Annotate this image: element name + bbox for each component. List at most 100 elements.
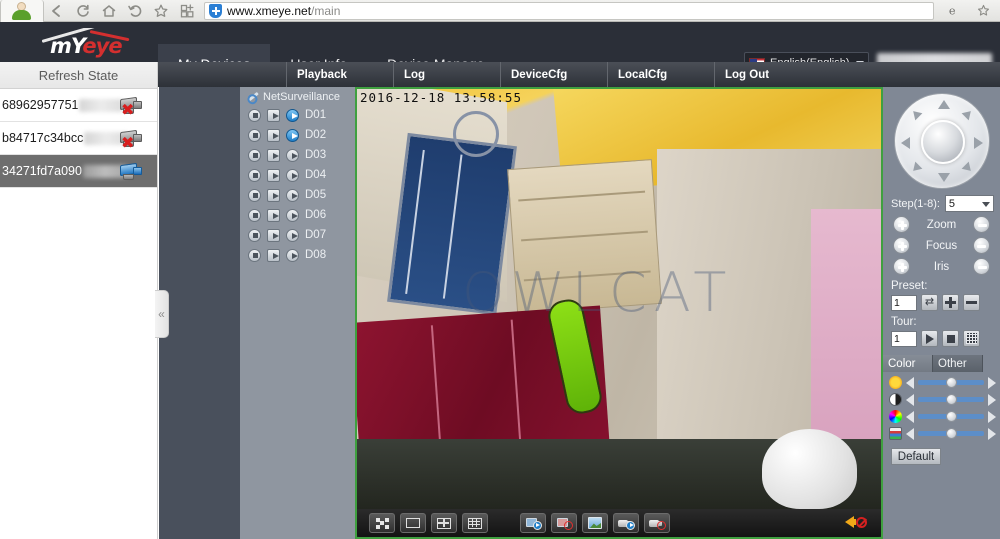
tour-settings-button[interactable] <box>963 330 980 347</box>
device-list-item[interactable]: 68962957751 ✖ <box>0 89 157 122</box>
channel-stop-button[interactable] <box>248 128 261 142</box>
channel-label[interactable]: D07 <box>305 229 326 241</box>
focus-out-button[interactable] <box>972 237 990 254</box>
contrast-decrease-button[interactable] <box>906 393 914 406</box>
channel-stream-button[interactable] <box>286 148 299 162</box>
channel-stream-button[interactable] <box>286 228 299 242</box>
channel-label[interactable]: D04 <box>305 169 326 181</box>
channel-stream-button[interactable] <box>286 108 299 122</box>
ptz-step-select[interactable]: 5 <box>944 195 994 212</box>
tree-root-node[interactable]: NetSurveillance <box>240 87 355 105</box>
slider-knob[interactable] <box>946 411 957 422</box>
tab-other[interactable]: Other <box>933 355 983 372</box>
focus-in-button[interactable] <box>893 237 910 254</box>
channel-stop-button[interactable] <box>248 248 261 262</box>
preset-input[interactable]: 1 <box>891 294 917 311</box>
channel-stream-button[interactable] <box>286 128 299 142</box>
slider-knob[interactable] <box>946 394 957 405</box>
channel-play-button[interactable] <box>267 228 280 242</box>
iris-close-button[interactable] <box>973 258 990 275</box>
hue-decrease-button[interactable] <box>906 410 914 423</box>
channel-label[interactable]: D08 <box>305 249 326 261</box>
saturation-slider[interactable] <box>918 428 984 439</box>
contrast-slider[interactable] <box>918 394 984 405</box>
tab-color[interactable]: Color <box>883 355 933 372</box>
slider-knob[interactable] <box>946 377 957 388</box>
device-list-item-selected[interactable]: 34271fd7a090 <box>0 155 157 188</box>
reload-icon[interactable] <box>70 0 96 22</box>
ptz-up-left-button[interactable] <box>909 107 922 121</box>
nine-view-button[interactable] <box>462 513 488 533</box>
channel-label[interactable]: D02 <box>305 129 326 141</box>
tour-start-button[interactable] <box>921 330 938 347</box>
ptz-right-button[interactable] <box>973 137 983 149</box>
channel-play-button[interactable] <box>267 208 280 222</box>
video-stream[interactable]: OWLCAT 2016-12-18 13:58:55 <box>357 89 881 509</box>
back-icon[interactable] <box>44 0 70 22</box>
preset-remove-button[interactable] <box>963 294 980 311</box>
channel-label[interactable]: D01 <box>305 109 326 121</box>
channel-stop-button[interactable] <box>248 108 261 122</box>
apps-grid-icon[interactable] <box>174 0 200 22</box>
channel-stop-button[interactable] <box>248 168 261 182</box>
favorite-star-icon[interactable] <box>148 0 174 22</box>
ptz-up-right-button[interactable] <box>961 107 974 121</box>
mute-button[interactable] <box>845 513 869 531</box>
bookmark-star-icon[interactable] <box>970 0 996 22</box>
channel-play-button[interactable] <box>267 128 280 142</box>
fullscreen-button[interactable] <box>369 513 395 533</box>
channel-play-button[interactable] <box>267 148 280 162</box>
ptz-down-right-button[interactable] <box>961 161 974 175</box>
subnav-logout[interactable]: Log Out <box>714 62 821 87</box>
hue-increase-button[interactable] <box>988 410 996 423</box>
ptz-down-button[interactable] <box>937 173 950 182</box>
start-record-button[interactable] <box>613 513 639 533</box>
brightness-increase-button[interactable] <box>988 376 996 389</box>
home-icon[interactable] <box>96 0 122 22</box>
channel-stream-button[interactable] <box>286 248 299 262</box>
zoom-in-button[interactable] <box>893 216 910 233</box>
channel-stream-button[interactable] <box>286 168 299 182</box>
ptz-up-button[interactable] <box>937 100 950 109</box>
iris-open-button[interactable] <box>893 258 910 275</box>
ie-engine-icon[interactable]: e <box>940 0 966 22</box>
channel-stream-button[interactable] <box>286 188 299 202</box>
ptz-left-button[interactable] <box>900 137 910 149</box>
ptz-down-left-button[interactable] <box>909 161 922 175</box>
tour-stop-button[interactable] <box>942 330 959 347</box>
channel-play-button[interactable] <box>267 108 280 122</box>
collapse-sidebar-button[interactable]: « <box>155 290 169 338</box>
channel-stop-button[interactable] <box>248 208 261 222</box>
channel-label[interactable]: D06 <box>305 209 326 221</box>
subnav-localcfg[interactable]: LocalCfg <box>607 62 714 87</box>
channel-stream-button[interactable] <box>286 208 299 222</box>
channel-label[interactable]: D05 <box>305 189 326 201</box>
address-bar[interactable]: www.xmeye.net/main <box>204 1 934 20</box>
start-all-playback-button[interactable] <box>520 513 546 533</box>
channel-stop-button[interactable] <box>248 148 261 162</box>
ptz-direction-pad[interactable] <box>893 93 990 189</box>
contrast-increase-button[interactable] <box>988 393 996 406</box>
user-avatar-tab[interactable] <box>0 0 44 22</box>
hue-slider[interactable] <box>918 411 984 422</box>
zoom-out-button[interactable] <box>973 216 990 233</box>
stop-record-button[interactable] <box>644 513 670 533</box>
channel-stop-button[interactable] <box>248 188 261 202</box>
subnav-log[interactable]: Log <box>393 62 500 87</box>
device-list-item[interactable]: b84717c34bcc ✖ <box>0 122 157 155</box>
undo-icon[interactable] <box>122 0 148 22</box>
channel-play-button[interactable] <box>267 248 280 262</box>
xmeye-logo[interactable]: mYeye <box>34 26 154 60</box>
tour-input[interactable]: 1 <box>891 330 917 347</box>
brightness-decrease-button[interactable] <box>906 376 914 389</box>
preset-goto-button[interactable]: ⇄ <box>921 294 938 311</box>
subnav-devicecfg[interactable]: DeviceCfg <box>500 62 607 87</box>
ptz-center-button[interactable] <box>920 120 965 164</box>
channel-stop-button[interactable] <box>248 228 261 242</box>
channel-play-button[interactable] <box>267 168 280 182</box>
saturation-decrease-button[interactable] <box>906 427 914 440</box>
single-view-button[interactable] <box>400 513 426 533</box>
preset-add-button[interactable] <box>942 294 959 311</box>
slider-knob[interactable] <box>946 428 957 439</box>
channel-label[interactable]: D03 <box>305 149 326 161</box>
